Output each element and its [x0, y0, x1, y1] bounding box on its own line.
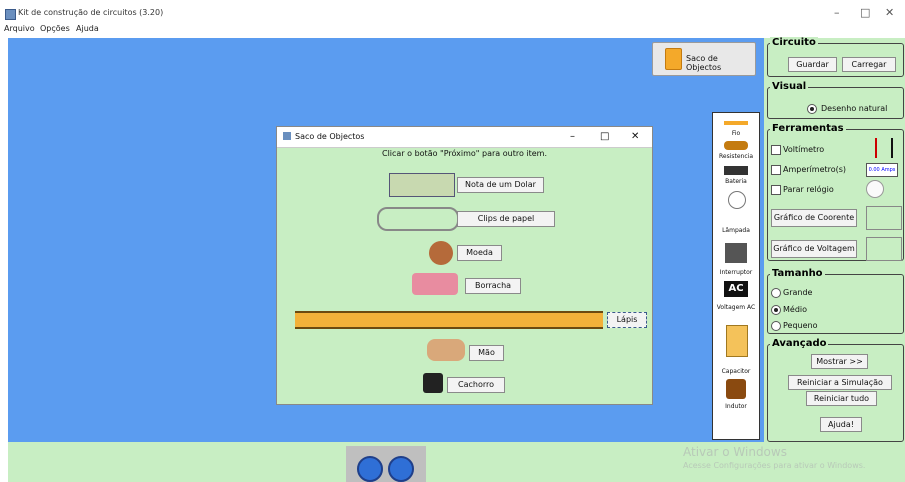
cachorro-button[interactable]: Cachorro: [447, 377, 505, 393]
dialog-titlebar: Saco de Objectos – □ ✕: [277, 127, 652, 148]
saco-objectos-label: Saco de Objectos: [686, 54, 722, 72]
toolbox-label-fio: Fio: [731, 130, 741, 137]
paper-clip-image: [377, 207, 459, 231]
saco-objectos-button[interactable]: Saco de Objectos: [652, 42, 756, 76]
resistor-icon[interactable]: [724, 141, 748, 150]
pequeno-radio[interactable]: [771, 321, 781, 331]
ajuda-button[interactable]: Ajuda!: [820, 417, 862, 432]
toolbox-label-voltagem-ac: Voltagem AC: [716, 304, 756, 311]
toolbox-label-indutor: Indutor: [725, 403, 747, 410]
toolbox-label-capacitor: Capacitor: [721, 368, 751, 375]
reiniciar-tudo-button[interactable]: Reiniciar tudo: [806, 391, 877, 406]
switch-icon[interactable]: [725, 243, 747, 263]
dialog-minimize-button[interactable]: –: [570, 131, 575, 142]
voltimetro-checkbox[interactable]: [771, 145, 781, 155]
battery-icon[interactable]: [724, 166, 748, 175]
component-toolbox: Fio Resistencia Bateria Lâmpada Interrup…: [712, 112, 760, 440]
dialog-title: Saco de Objectos: [295, 132, 365, 141]
eraser-image: [412, 273, 458, 295]
coin-image: [429, 241, 453, 265]
parar-relogio-checkbox[interactable]: [771, 185, 781, 195]
menu-opcoes[interactable]: Opções: [40, 24, 70, 33]
group-tamanho: Tamanho Grande Médio Pequeno: [767, 268, 904, 334]
medio-radio[interactable]: [771, 305, 781, 315]
windows-watermark-subtitle: Acesse Configurações para ativar o Windo…: [683, 461, 866, 470]
borracha-button[interactable]: Borracha: [465, 278, 521, 294]
grafico-voltagem-button[interactable]: Gráfico de Voltagem: [771, 240, 857, 258]
carregar-button[interactable]: Carregar: [842, 57, 896, 72]
windows-watermark-title: Ativar o Windows: [683, 445, 787, 459]
voltmeter-icon: [875, 138, 893, 158]
desenho-natural-label: Desenho natural: [821, 104, 888, 113]
voltimetro-label: Voltímetro: [783, 145, 825, 154]
dog-image: [423, 373, 443, 393]
bulb-icon[interactable]: [728, 191, 746, 209]
menu-arquivo[interactable]: Arquivo: [4, 24, 35, 33]
control-panel: Circuito Guardar Carregar Visual Desenho…: [764, 37, 905, 482]
group-avancado-title: Avançado: [770, 338, 829, 349]
wire-icon[interactable]: [724, 121, 748, 125]
group-circuito: Circuito Guardar Carregar: [767, 37, 904, 77]
ac-source-icon[interactable]: AC: [724, 281, 748, 297]
group-avancado: Avançado Mostrar >> Reiniciar a Simulaçã…: [767, 338, 904, 442]
toolbox-label-lampada: Lâmpada: [722, 227, 750, 234]
desenho-natural-radio[interactable]: [807, 104, 817, 114]
step-button[interactable]: [388, 456, 414, 482]
dialog-instruction: Clicar o botão "Próximo" para outro item…: [381, 149, 548, 158]
nota-dolar-button[interactable]: Nota de um Dolar: [457, 177, 544, 193]
ammeter-icon: 0.00 Amps: [866, 163, 898, 177]
maximize-button[interactable]: □: [860, 6, 870, 19]
menu-ajuda[interactable]: Ajuda: [76, 24, 99, 33]
moeda-button[interactable]: Moeda: [457, 245, 502, 261]
hand-image: [427, 339, 465, 361]
voltage-chart-icon: [866, 237, 902, 261]
mostrar-button[interactable]: Mostrar >>: [811, 354, 868, 369]
grande-label: Grande: [783, 288, 813, 297]
capacitor-icon[interactable]: [726, 325, 748, 357]
inductor-icon[interactable]: [726, 379, 746, 399]
dollar-bill-image: [389, 173, 455, 197]
toolbox-label-resistencia: Resistencia: [719, 153, 753, 160]
grafico-corrente-button[interactable]: Gráfico de Coorente: [771, 209, 857, 227]
window-titlebar: Kit de construção de circuitos (3.20) – …: [0, 0, 905, 24]
dialog-app-icon: [283, 132, 291, 140]
close-button[interactable]: ✕: [885, 6, 894, 19]
toolbox-label-interruptor: Interruptor: [719, 269, 753, 276]
play-button[interactable]: [357, 456, 383, 482]
clips-papel-button[interactable]: Clips de papel: [457, 211, 555, 227]
bag-icon: [665, 48, 682, 70]
pequeno-label: Pequeno: [783, 321, 818, 330]
dialog-maximize-button[interactable]: □: [600, 131, 609, 142]
dialog-close-button[interactable]: ✕: [631, 131, 639, 142]
parar-relogio-label: Parar relógio: [783, 185, 834, 194]
bottom-bar: [8, 442, 764, 482]
group-ferramentas-title: Ferramentas: [770, 123, 846, 134]
group-circuito-title: Circuito: [770, 37, 818, 48]
group-tamanho-title: Tamanho: [770, 268, 825, 279]
guardar-button[interactable]: Guardar: [788, 57, 837, 72]
stopwatch-icon: [866, 180, 884, 198]
lapis-button[interactable]: Lápis: [607, 312, 647, 328]
group-visual: Visual Desenho natural: [767, 81, 904, 119]
medio-label: Médio: [783, 305, 808, 314]
app-icon: [5, 9, 16, 20]
saco-objectos-dialog: Saco de Objectos – □ ✕ Clicar o botão "P…: [276, 126, 653, 405]
amperimetro-label: Amperímetro(s): [783, 165, 847, 174]
grande-radio[interactable]: [771, 288, 781, 298]
current-chart-icon: [866, 206, 902, 230]
pencil-image: [295, 311, 603, 329]
window-title: Kit de construção de circuitos (3.20): [18, 8, 164, 17]
minimize-button[interactable]: –: [834, 6, 840, 19]
menu-bar: Arquivo Opções Ajuda: [0, 24, 905, 36]
reiniciar-simulacao-button[interactable]: Reiniciar a Simulação: [788, 375, 892, 390]
mao-button[interactable]: Mão: [469, 345, 504, 361]
amperimetro-checkbox[interactable]: [771, 165, 781, 175]
group-visual-title: Visual: [770, 81, 809, 92]
toolbox-label-bateria: Bateria: [725, 178, 747, 185]
group-ferramentas: Ferramentas Voltímetro Amperímetro(s) 0.…: [767, 123, 904, 261]
